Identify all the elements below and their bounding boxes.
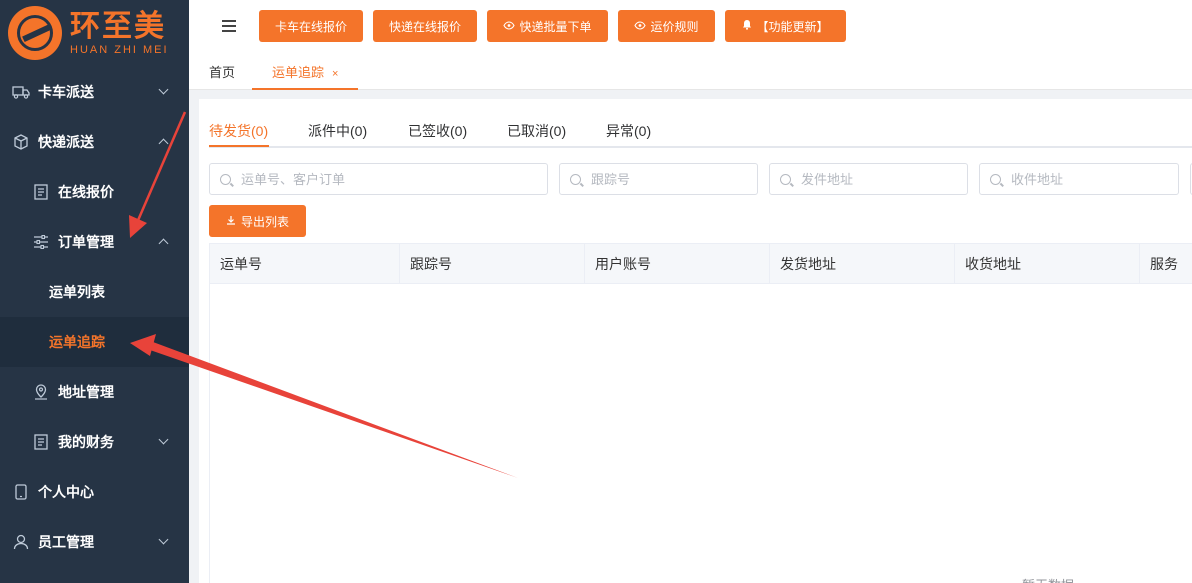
sidebar-item-label: 运单列表: [49, 284, 105, 300]
eye-icon: [503, 19, 516, 33]
sidebar-item-label: 个人中心: [38, 484, 94, 500]
sidebar-item-express-delivery[interactable]: 快递派送: [0, 117, 189, 167]
status-tab-delivering[interactable]: 派件中(0): [308, 121, 367, 141]
status-tab-cancelled[interactable]: 已取消(0): [507, 121, 566, 141]
sidebar-item-label: 我的财务: [58, 434, 114, 450]
truck-icon: [12, 83, 30, 101]
document-icon: [32, 433, 50, 451]
tracking-search-field[interactable]: [591, 171, 757, 187]
column-header-user-account[interactable]: 用户账号: [585, 244, 770, 284]
search-icon: [570, 173, 581, 185]
receiver-address-input[interactable]: [979, 163, 1179, 195]
status-tab-exception[interactable]: 异常(0): [606, 121, 651, 141]
chevron-up-icon: [158, 238, 169, 249]
sidebar-item-waybill-list[interactable]: 运单列表: [0, 267, 189, 317]
status-tab-pending[interactable]: 待发货(0): [209, 121, 268, 141]
chevron-up-icon: [158, 138, 169, 149]
location-icon: [32, 383, 50, 401]
active-tab-underline: [209, 145, 269, 147]
top-toolbar: 卡车在线报价 快递在线报价 快递批量下单 运价规则 【功能更新】: [189, 0, 1192, 54]
chevron-down-icon: [158, 84, 169, 95]
sidebar-item-online-quote[interactable]: 在线报价: [0, 167, 189, 217]
document-icon: [32, 183, 50, 201]
receiver-address-field[interactable]: [1011, 171, 1178, 187]
column-header-receiver-address[interactable]: 收货地址: [955, 244, 1140, 284]
sidebar-item-waybill-tracking[interactable]: 运单追踪: [0, 317, 189, 367]
sidebar-item-label: 运单追踪: [49, 334, 105, 350]
table-header: 运单号 跟踪号 用户账号 发货地址 收货地址 服务: [210, 244, 1192, 284]
user-icon: [12, 533, 30, 551]
sidebar-item-label: 在线报价: [58, 184, 114, 200]
truck-quote-button[interactable]: 卡车在线报价: [259, 10, 363, 42]
hamburger-menu-icon[interactable]: [222, 20, 236, 32]
column-header-service[interactable]: 服务: [1140, 244, 1192, 284]
sender-address-input[interactable]: [769, 163, 968, 195]
status-tab-signed[interactable]: 已签收(0): [408, 121, 467, 141]
status-tabs: 待发货(0) 派件中(0) 已签收(0) 已取消(0) 异常(0): [209, 99, 1192, 148]
sidebar-item-label: 地址管理: [58, 384, 114, 400]
sidebar-item-staff-management[interactable]: 员工管理: [0, 517, 189, 567]
sidebar-item-label: 卡车派送: [38, 84, 94, 100]
download-icon: [226, 214, 236, 228]
brand-name-cn: 环至美: [70, 9, 166, 43]
sidebar-item-address-management[interactable]: 地址管理: [0, 367, 189, 417]
export-list-button[interactable]: 导出列表: [209, 205, 306, 237]
column-header-waybill[interactable]: 运单号: [210, 244, 400, 284]
sidebar-item-label: 员工管理: [38, 534, 94, 550]
logo-mark-icon: [8, 6, 62, 60]
express-quote-button[interactable]: 快递在线报价: [373, 10, 477, 42]
tracking-search-input[interactable]: [559, 163, 758, 195]
sidebar-item-label: 快递派送: [38, 134, 94, 150]
column-header-tracking[interactable]: 跟踪号: [400, 244, 585, 284]
search-icon: [220, 173, 231, 185]
chevron-down-icon: [158, 534, 169, 545]
waybill-search-field[interactable]: [241, 171, 547, 187]
search-icon: [780, 173, 791, 185]
eye-icon: [634, 19, 647, 33]
sidebar: 环至美 HUAN ZHI MEI 卡车派送 快递派送 在线报价 订单管理 运单列…: [0, 0, 189, 583]
search-icon: [990, 173, 1001, 185]
sidebar-item-truck-delivery[interactable]: 卡车派送: [0, 67, 189, 117]
sidebar-item-personal-center[interactable]: 个人中心: [0, 467, 189, 517]
brand-logo: 环至美 HUAN ZHI MEI: [0, 0, 189, 66]
waybill-search-input[interactable]: [209, 163, 548, 195]
brand-name-en: HUAN ZHI MEI: [70, 43, 169, 56]
feature-update-button[interactable]: 【功能更新】: [725, 10, 846, 42]
sliders-icon: [32, 233, 50, 251]
phone-icon: [12, 483, 30, 501]
sidebar-item-label: 订单管理: [58, 234, 114, 250]
express-batch-order-button[interactable]: 快递批量下单: [487, 10, 608, 42]
tab-home[interactable]: 首页: [209, 54, 235, 90]
column-header-sender-address[interactable]: 发货地址: [770, 244, 955, 284]
sidebar-item-my-finance[interactable]: 我的财务: [0, 417, 189, 467]
empty-state-text: 暂无数据: [1022, 575, 1074, 583]
page-tabs: 首页 运单追踪 ×: [189, 54, 1192, 90]
main-panel: 待发货(0) 派件中(0) 已签收(0) 已取消(0) 异常(0) 导出列表 运…: [199, 99, 1192, 583]
chevron-down-icon: [158, 434, 169, 445]
sender-address-field[interactable]: [801, 171, 967, 187]
shipping-rules-button[interactable]: 运价规则: [618, 10, 715, 42]
waybill-table: 运单号 跟踪号 用户账号 发货地址 收货地址 服务 暂无数据: [209, 243, 1192, 583]
tab-waybill-tracking[interactable]: 运单追踪 ×: [252, 54, 359, 90]
bell-icon: [742, 19, 752, 33]
close-icon[interactable]: ×: [332, 68, 338, 80]
sidebar-item-order-management[interactable]: 订单管理: [0, 217, 189, 267]
package-icon: [12, 133, 30, 151]
